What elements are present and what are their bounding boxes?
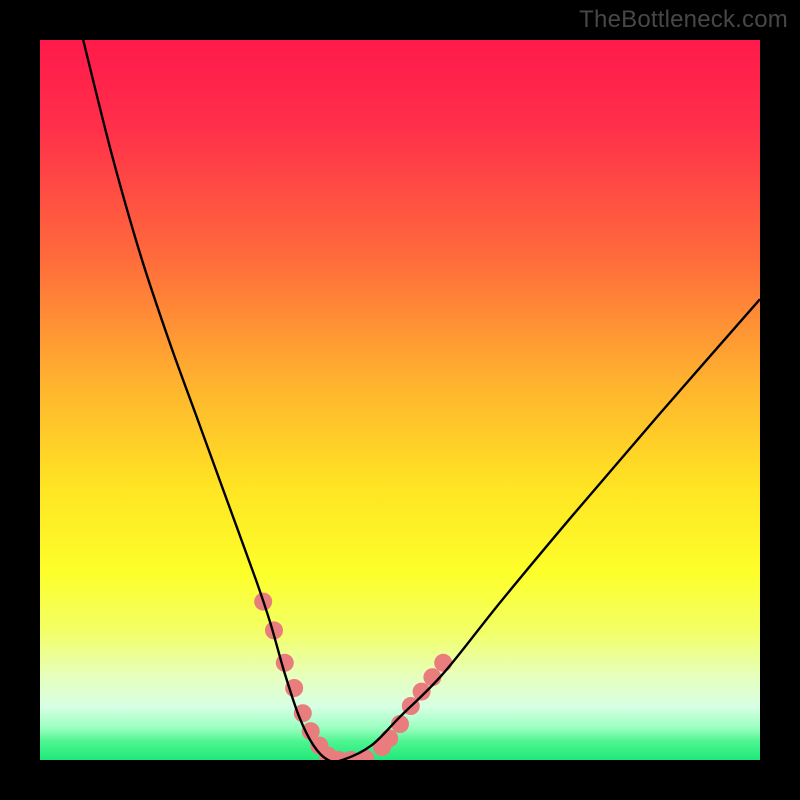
plot-area (40, 40, 760, 760)
highlight-markers (254, 593, 452, 760)
highlight-marker (380, 729, 398, 747)
highlight-marker (276, 654, 294, 672)
bottleneck-curve (83, 40, 760, 760)
highlight-marker (434, 654, 452, 672)
chart-frame: TheBottleneck.com (0, 0, 800, 800)
highlight-marker (413, 683, 431, 701)
highlight-marker (356, 750, 374, 760)
curve-layer (40, 40, 760, 760)
attribution-label: TheBottleneck.com (579, 6, 788, 34)
